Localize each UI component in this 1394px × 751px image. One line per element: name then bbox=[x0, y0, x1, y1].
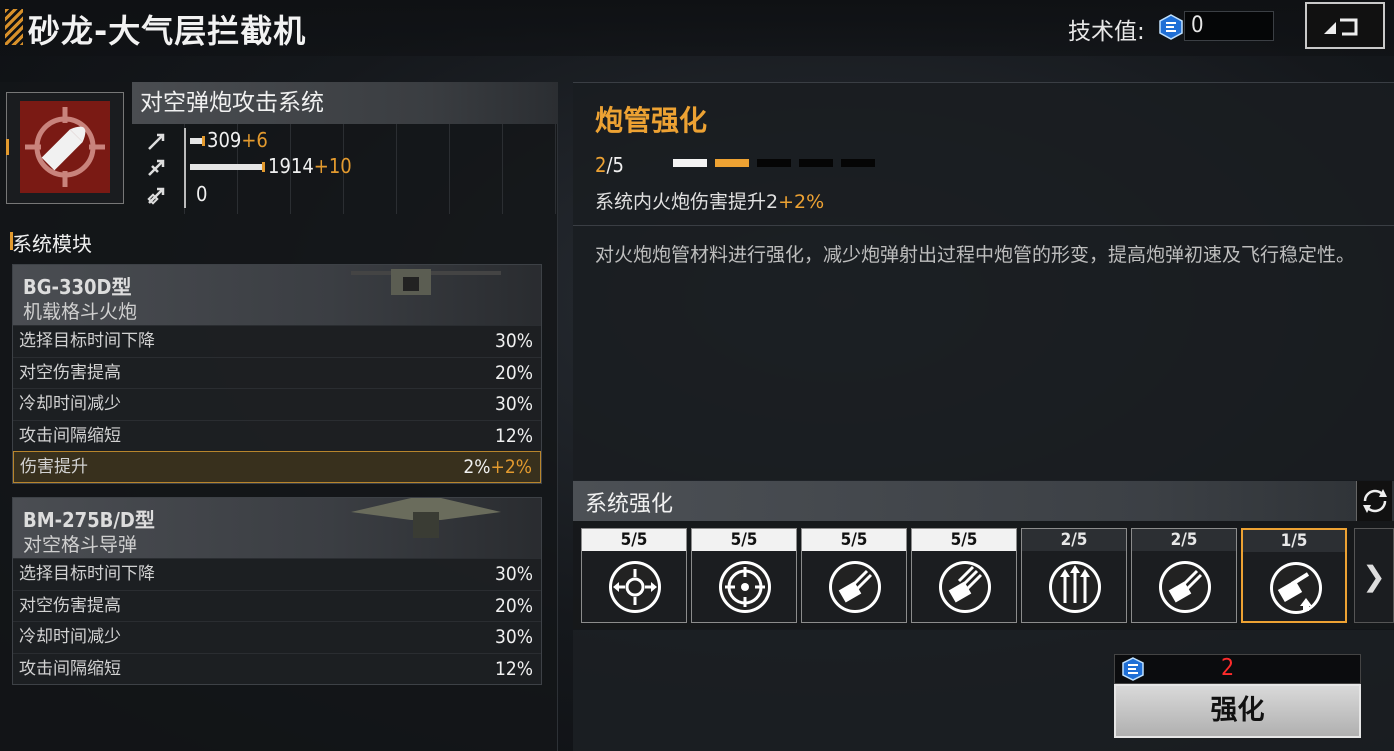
modules-section-label: 系统模块 bbox=[10, 228, 92, 257]
system-name: 对空弹炮攻击系统 bbox=[132, 82, 558, 124]
defense-stat-value: 0 bbox=[196, 182, 208, 206]
enhance-header: 系统强化 bbox=[573, 481, 1394, 521]
range-stat-value: 1914+10 bbox=[268, 154, 352, 178]
range-stat-bonus: +10 bbox=[313, 154, 352, 178]
slot-level: 1/5 bbox=[1243, 530, 1345, 552]
attack-stat-value: 309+6 bbox=[207, 128, 268, 152]
slot-level: 2/5 bbox=[1132, 529, 1236, 551]
module-code: BM-275B/D型 bbox=[23, 508, 155, 532]
title-accent-stripes bbox=[5, 9, 23, 45]
level-pip bbox=[757, 159, 791, 167]
module-stat-row: 攻击间隔缩短 12% bbox=[13, 419, 541, 452]
module-stat-row-highlighted: 伤害提升 2%+2% bbox=[13, 451, 541, 483]
triple-arrows-icon bbox=[1049, 561, 1101, 613]
enhance-slot[interactable]: 2/5 bbox=[1021, 528, 1127, 623]
module-header: BG-330D型 机载格斗火炮 bbox=[13, 265, 541, 325]
upgrade-level: 2/5 bbox=[595, 153, 624, 177]
range-stat-icon bbox=[148, 159, 165, 176]
module-name: 机载格斗火炮 bbox=[23, 301, 138, 323]
target-reticle-icon bbox=[719, 561, 771, 613]
refresh-icon bbox=[1363, 489, 1387, 513]
slot-level: 5/5 bbox=[582, 529, 686, 551]
missile-turret-alt-icon bbox=[939, 561, 991, 613]
divider bbox=[573, 225, 1394, 226]
missile-turret-plus-icon bbox=[1159, 561, 1211, 613]
range-stat-bar bbox=[190, 164, 262, 170]
module-stat-row: 选择目标时间下降 30% bbox=[13, 325, 541, 357]
module-code: BG-330D型 bbox=[23, 275, 132, 299]
back-icon bbox=[1324, 18, 1358, 35]
level-pip bbox=[841, 159, 875, 167]
upgrade-detail-panel: 炮管强化 2/5 系统内火炮伤害提升2+2% 对火炮炮管材料进行强化，减少炮弹射… bbox=[573, 82, 1394, 480]
system-panel: 对空弹炮攻击系统 309+6 1914+10 0 系统模块 BG-330D型 机… bbox=[0, 82, 558, 751]
upgrade-description: 对火炮炮管材料进行强化，减少炮弹射出过程中炮管的形变，提高炮弹初速及飞行稳定性。 bbox=[595, 244, 1356, 266]
slot-level: 5/5 bbox=[802, 529, 906, 551]
slot-level: 5/5 bbox=[912, 529, 1016, 551]
enhance-title: 系统强化 bbox=[585, 492, 674, 517]
attack-stat-bar bbox=[190, 138, 202, 144]
enhance-slot[interactable]: 5/5 bbox=[581, 528, 687, 623]
enhance-slot-selected[interactable]: 1/5 bbox=[1241, 528, 1347, 623]
upgrade-title: 炮管强化 bbox=[595, 104, 708, 137]
enhance-button[interactable]: 强化 bbox=[1114, 684, 1361, 738]
system-icon-frame bbox=[6, 92, 124, 204]
gun-pod-image bbox=[351, 269, 501, 295]
slots-next-arrow[interactable]: ❯ bbox=[1354, 528, 1394, 623]
system-icon bbox=[20, 101, 110, 193]
back-button[interactable] bbox=[1305, 2, 1385, 49]
tech-point-icon bbox=[1122, 657, 1144, 681]
cannon-upgrade-icon bbox=[1270, 562, 1322, 614]
module-card-1[interactable]: BG-330D型 机载格斗火炮 选择目标时间下降 30% 对空伤害提高 20% 冷却… bbox=[12, 264, 542, 484]
cost-value: 2 bbox=[1221, 655, 1235, 681]
defense-stat-icon bbox=[147, 187, 165, 205]
cost-display: 2 bbox=[1114, 654, 1361, 684]
module-stat-row: 冷却时间减少 30% bbox=[13, 621, 541, 653]
module-stat-row: 对空伤害提高 20% bbox=[13, 356, 541, 389]
module-stat-row: 选择目标时间下降 30% bbox=[13, 558, 541, 590]
enhance-slots: 5/5 5/5 5/5 5/5 2/5 2/5 1/5 ❯ bbox=[573, 521, 1394, 629]
page-title: 砂龙-大气层拦截机 bbox=[28, 12, 307, 50]
level-pip bbox=[799, 159, 833, 167]
selected-marker bbox=[6, 139, 9, 155]
module-name: 对空格斗导弹 bbox=[23, 534, 138, 556]
module-stat-row: 攻击间隔缩短 12% bbox=[13, 652, 541, 685]
upgrade-level-pips bbox=[673, 159, 875, 167]
refresh-button[interactable] bbox=[1356, 481, 1392, 521]
level-pip bbox=[673, 159, 707, 167]
enhance-slot[interactable]: 5/5 bbox=[691, 528, 797, 623]
crosshair-arrows-icon bbox=[609, 561, 661, 613]
module-header: BM-275B/D型 对空格斗导弹 bbox=[13, 498, 541, 558]
tech-value-label: 技术值: bbox=[1068, 19, 1145, 45]
shell-target-icon bbox=[25, 107, 105, 187]
missile-turret-icon bbox=[829, 561, 881, 613]
module-stat-row: 冷却时间减少 30% bbox=[13, 388, 541, 420]
stat-row-defense: 0 bbox=[132, 182, 558, 208]
attack-stat-bonus: +6 bbox=[241, 128, 268, 152]
system-stats: 309+6 1914+10 0 bbox=[132, 124, 558, 214]
stat-row-attack: 309+6 bbox=[132, 128, 558, 154]
enhance-slot[interactable]: 5/5 bbox=[911, 528, 1017, 623]
enhance-slot[interactable]: 2/5 bbox=[1131, 528, 1237, 623]
enhance-slot[interactable]: 5/5 bbox=[801, 528, 907, 623]
attack-stat-icon bbox=[148, 133, 165, 150]
level-pip bbox=[715, 159, 749, 167]
upgrade-effect: 系统内火炮伤害提升2+2% bbox=[595, 191, 825, 213]
stat-row-range: 1914+10 bbox=[132, 154, 558, 180]
top-bar: 砂龙-大气层拦截机 技术值: 0 bbox=[0, 0, 1394, 56]
missile-pod-image bbox=[351, 498, 501, 538]
tech-value-display: 0 bbox=[1184, 11, 1274, 41]
module-stat-row: 对空伤害提高 20% bbox=[13, 589, 541, 622]
tech-point-icon bbox=[1159, 14, 1183, 40]
module-card-2[interactable]: BM-275B/D型 对空格斗导弹 选择目标时间下降 30% 对空伤害提高 20% … bbox=[12, 497, 542, 685]
attack-stat-bar-bonus bbox=[202, 136, 205, 146]
slot-level: 5/5 bbox=[692, 529, 796, 551]
range-stat-bar-bonus bbox=[262, 162, 265, 172]
slot-level: 2/5 bbox=[1022, 529, 1126, 551]
